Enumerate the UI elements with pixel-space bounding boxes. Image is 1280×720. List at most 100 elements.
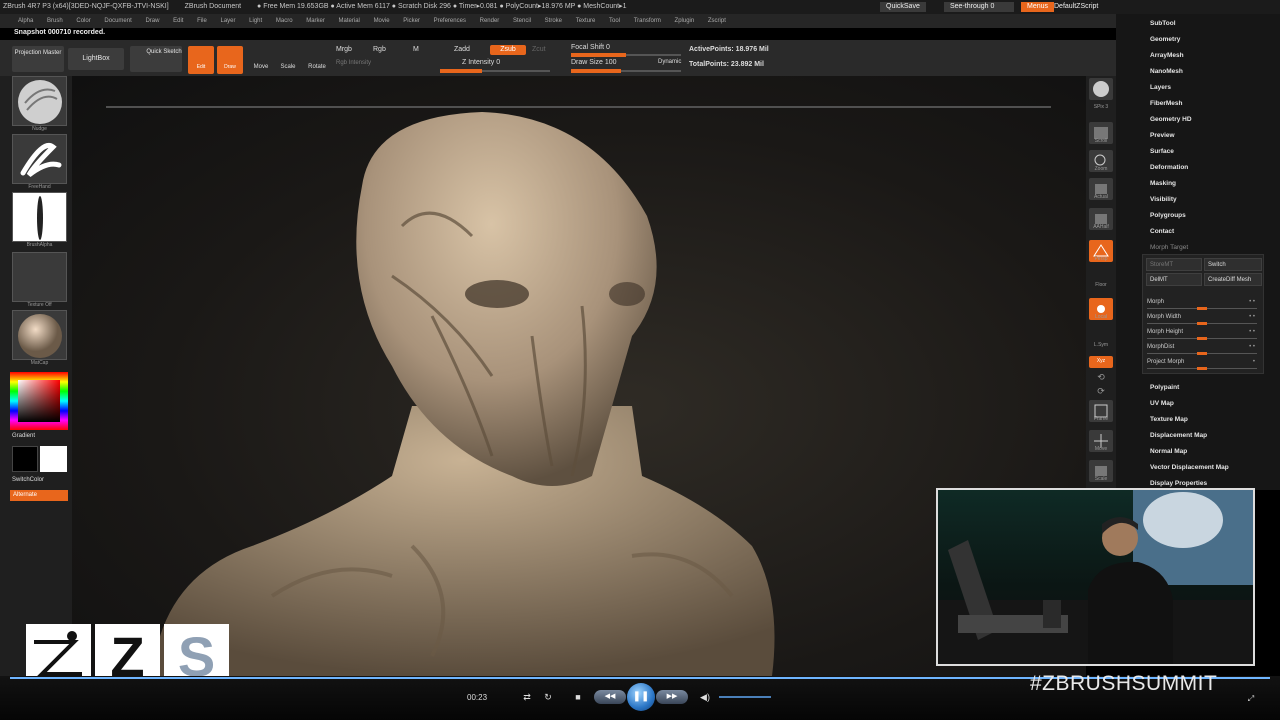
focal-shift-track[interactable] [571,53,681,57]
morph-height-slider[interactable]: Morph Height • • [1147,327,1259,340]
menu-material[interactable]: Material [339,18,360,24]
geometry-hd-menu[interactable]: Geometry HD [1150,116,1192,123]
normal-map-menu[interactable]: Normal Map [1150,448,1187,455]
repeat-icon[interactable]: ↻ [541,690,555,704]
volume-slider[interactable] [719,696,771,698]
volume-icon[interactable]: ◀) [698,690,712,704]
polygroups-menu[interactable]: Polygroups [1150,212,1186,219]
nanomesh-menu[interactable]: NanoMesh [1150,68,1183,75]
see-through-slider[interactable]: See-through 0 [944,2,1014,12]
previous-icon[interactable]: ◀◀ [594,690,626,704]
projection-master-button[interactable]: Projection Master [12,46,64,72]
next-icon[interactable]: ▶▶ [656,690,688,704]
spix-button[interactable] [1089,78,1113,100]
rotate-icon[interactable]: ⟲ [1086,372,1116,383]
fullscreen-icon[interactable]: ⤢ [1244,692,1258,706]
quick-sketch-button[interactable]: Quick Sketch [130,46,182,72]
shuffle-icon[interactable]: ⇄ [520,690,534,704]
vector-displacement-map-menu[interactable]: Vector Displacement Map [1150,464,1229,471]
menu-zplugin[interactable]: Zplugin [675,18,695,24]
gradient-label[interactable]: Gradient [12,433,35,439]
menu-preferences[interactable]: Preferences [434,18,466,24]
masking-menu[interactable]: Masking [1150,180,1176,187]
zsub-button[interactable]: Zsub [490,45,526,55]
zcut-button[interactable]: Zcut [532,46,546,53]
contact-menu[interactable]: Contact [1150,228,1174,235]
layers-menu[interactable]: Layers [1150,84,1171,91]
menu-texture[interactable]: Texture [576,18,596,24]
menu-movie[interactable]: Movie [374,18,390,24]
scale-button[interactable]: Scale [276,64,300,70]
displacement-map-menu[interactable]: Displacement Map [1150,432,1207,439]
geometry-menu[interactable]: Geometry [1150,36,1180,43]
storemt-button[interactable]: StoreMT [1146,258,1202,271]
focal-shift-slider[interactable]: Focal Shift 0 [571,44,610,51]
project-morph-button[interactable]: Project Morph • [1147,357,1259,370]
menu-tool[interactable]: Tool [609,18,620,24]
lsym-button[interactable]: L.Sym [1086,342,1116,348]
move-button[interactable]: Move [249,64,273,70]
alpha-selector[interactable] [12,192,67,242]
morph-width-slider[interactable]: Morph Width • • [1147,312,1259,325]
fibermesh-menu[interactable]: FiberMesh [1150,100,1183,107]
polypaint-menu[interactable]: Polypaint [1150,384,1179,391]
menu-edit[interactable]: Edit [173,18,183,24]
display-properties-menu[interactable]: Display Properties [1150,480,1207,487]
menu-alpha[interactable]: Alpha [18,18,33,24]
menu-transform[interactable]: Transform [634,18,661,24]
delmt-button[interactable]: DelMT [1146,273,1202,286]
alien-bust-sculpt[interactable] [72,76,1086,676]
visibility-menu[interactable]: Visibility [1150,196,1177,203]
rgb-intensity-slider[interactable]: Rgb Intensity [336,60,371,66]
rotate-button[interactable]: Rotate [305,64,329,70]
menu-macro[interactable]: Macro [276,18,293,24]
menu-marker[interactable]: Marker [306,18,325,24]
preview-menu[interactable]: Preview [1150,132,1175,139]
menu-file[interactable]: File [197,18,207,24]
main-color-swatch[interactable] [12,446,38,472]
default-zscript-button[interactable]: DefaultZScript [1048,2,1104,12]
menu-stroke[interactable]: Stroke [545,18,562,24]
lightbox-button[interactable]: LightBox [68,48,124,70]
switch-color-button[interactable]: SwitchColor [12,477,44,483]
creatediff-mesh-button[interactable]: CreateDiff Mesh [1204,273,1262,286]
deformation-menu[interactable]: Deformation [1150,164,1188,171]
morph-dist-slider[interactable]: MorphDist • • [1147,342,1259,355]
secondary-color-swatch[interactable] [40,446,67,472]
surface-menu[interactable]: Surface [1150,148,1174,155]
morph-target-header[interactable]: Morph Target [1150,244,1188,251]
menu-picker[interactable]: Picker [403,18,420,24]
draw-button[interactable]: Draw [217,46,243,74]
menu-layer[interactable]: Layer [220,18,235,24]
menu-render[interactable]: Render [480,18,500,24]
subtool-menu[interactable]: SubTool [1150,20,1176,27]
menu-color[interactable]: Color [76,18,90,24]
stop-icon[interactable]: ■ [571,690,585,704]
material-selector[interactable] [12,310,67,360]
menu-light[interactable]: Light [249,18,262,24]
switch-button[interactable]: Switch [1204,258,1262,271]
pause-icon[interactable]: ❚❚ [627,683,655,711]
morph-slider[interactable]: Morph • • [1147,297,1259,310]
uv-map-menu[interactable]: UV Map [1150,400,1174,407]
mrgb-button[interactable]: Mrgb [336,46,352,53]
color-picker[interactable] [10,372,68,430]
edit-button[interactable]: Edit [188,46,214,74]
alternate-button[interactable]: Alternate [10,490,68,501]
texture-selector[interactable] [12,252,67,302]
z-intensity-track[interactable] [440,69,550,73]
dynamic-button[interactable]: Dynamic [658,59,681,65]
stroke-selector[interactable] [12,134,67,184]
menu-brush[interactable]: Brush [47,18,63,24]
menu-zscript[interactable]: Zscript [708,18,726,24]
menu-document[interactable]: Document [104,18,131,24]
zadd-button[interactable]: Zadd [454,46,470,53]
canvas-viewport[interactable] [72,76,1086,676]
menu-stencil[interactable]: Stencil [513,18,531,24]
draw-size-slider[interactable]: Draw Size 100 [571,59,617,66]
rgb-button[interactable]: Rgb [373,46,386,53]
draw-size-track[interactable] [571,69,681,73]
quicksave-button[interactable]: QuickSave [880,2,926,12]
menu-draw[interactable]: Draw [145,18,159,24]
floor-label[interactable]: Floor [1086,282,1116,288]
